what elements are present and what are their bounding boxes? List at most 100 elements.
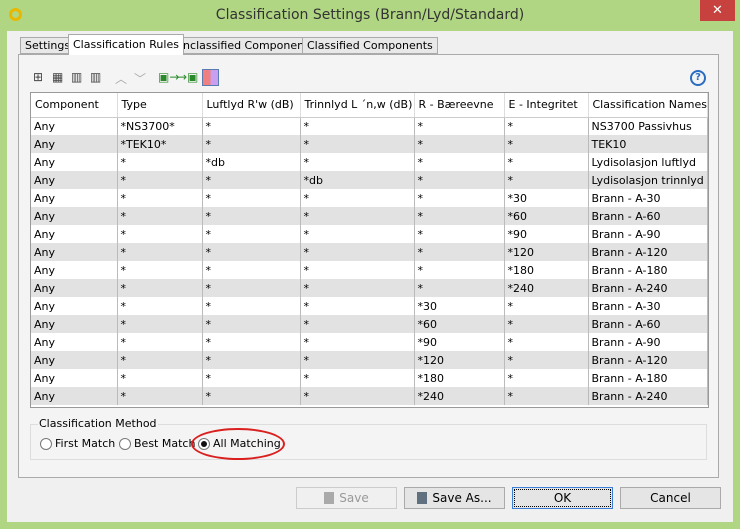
table-row[interactable]: Any * * * * *120 Brann - A-120 xyxy=(31,243,708,261)
table-cell[interactable]: Any xyxy=(31,261,118,279)
help-icon[interactable]: ? xyxy=(690,70,706,86)
table-cell[interactable]: *30 xyxy=(504,189,589,207)
table-cell[interactable]: * xyxy=(117,153,203,171)
table-cell[interactable]: * xyxy=(117,261,203,279)
table-cell[interactable]: *db xyxy=(300,171,415,189)
radio-first-match[interactable]: First Match xyxy=(40,437,115,450)
table-cell[interactable]: Brann - A-90 xyxy=(588,333,708,351)
table-cell[interactable]: * xyxy=(202,315,301,333)
table-cell[interactable]: Brann - A-120 xyxy=(588,243,708,261)
table-row[interactable]: Any * * *db * * Lydisolasjon trinnlyd xyxy=(31,171,708,189)
table-cell[interactable]: * xyxy=(300,261,415,279)
table-row[interactable]: Any * * * * *30 Brann - A-30 xyxy=(31,189,708,207)
table-cell[interactable]: * xyxy=(414,243,505,261)
table-row[interactable]: Any * * * * *240 Brann - A-240 xyxy=(31,279,708,297)
table-row[interactable]: Any * * * * *60 Brann - A-60 xyxy=(31,207,708,225)
table-row[interactable]: Any * * * *60 * Brann - A-60 xyxy=(31,315,708,333)
table-cell[interactable]: Any xyxy=(31,297,118,315)
table-cell[interactable]: * xyxy=(202,189,301,207)
column-header[interactable]: R - Bæreevne xyxy=(414,93,505,118)
table-cell[interactable]: Any xyxy=(31,117,118,135)
table-cell[interactable]: * xyxy=(414,225,505,243)
table-cell[interactable]: * xyxy=(300,297,415,315)
insert-table-icon[interactable]: ▦ xyxy=(52,70,63,84)
table-cell[interactable]: *240 xyxy=(504,279,589,297)
tab-settings[interactable]: Settings xyxy=(20,37,76,54)
table-cell[interactable]: Any xyxy=(31,171,118,189)
table-cell[interactable]: * xyxy=(504,369,589,387)
delete-column-icon[interactable]: ▥ xyxy=(71,70,82,84)
table-row[interactable]: Any * * * *120 * Brann - A-120 xyxy=(31,351,708,369)
close-button[interactable]: ✕ xyxy=(700,0,735,21)
table-cell[interactable]: * xyxy=(300,351,415,369)
table-cell[interactable]: Any xyxy=(31,351,118,369)
table-cell[interactable]: * xyxy=(117,351,203,369)
table-cell[interactable]: * xyxy=(117,207,203,225)
table-cell[interactable]: *90 xyxy=(414,333,505,351)
table-cell[interactable]: TEK10 xyxy=(588,135,708,153)
table-cell[interactable]: * xyxy=(300,153,415,171)
table-cell[interactable]: *60 xyxy=(504,207,589,225)
table-cell[interactable]: * xyxy=(504,135,589,153)
table-cell[interactable]: * xyxy=(414,189,505,207)
table-cell[interactable]: * xyxy=(117,279,203,297)
table-cell[interactable]: * xyxy=(504,117,589,135)
table-cell[interactable]: Brann - A-240 xyxy=(588,279,708,297)
table-cell[interactable]: Any xyxy=(31,315,118,333)
table-cell[interactable]: Any xyxy=(31,135,118,153)
table-row[interactable]: Any * * * *90 * Brann - A-90 xyxy=(31,333,708,351)
table-cell[interactable]: * xyxy=(504,387,589,405)
tab-classified-components[interactable]: Classified Components xyxy=(302,37,438,54)
table-row[interactable]: Any * * * *180 * Brann - A-180 xyxy=(31,369,708,387)
column-header[interactable]: Trinnlyd L ´n,w (dB) xyxy=(300,93,415,118)
table-cell[interactable]: * xyxy=(202,135,301,153)
table-cell[interactable]: Brann - A-180 xyxy=(588,369,708,387)
table-cell[interactable]: * xyxy=(300,279,415,297)
table-row[interactable]: Any * *db * * * Lydisolasjon luftlyd xyxy=(31,153,708,171)
radio-best-match[interactable]: Best Match xyxy=(119,437,195,450)
table-cell[interactable]: Brann - A-30 xyxy=(588,189,708,207)
table-cell[interactable]: * xyxy=(300,135,415,153)
table-cell[interactable]: * xyxy=(414,207,505,225)
insert-row-icon[interactable]: ⊞ xyxy=(33,70,43,84)
table-cell[interactable]: * xyxy=(117,243,203,261)
table-cell[interactable]: *120 xyxy=(504,243,589,261)
table-cell[interactable]: * xyxy=(300,207,415,225)
table-cell[interactable]: *30 xyxy=(414,297,505,315)
table-cell[interactable]: Any xyxy=(31,225,118,243)
table-cell[interactable]: * xyxy=(202,297,301,315)
table-cell[interactable]: Any xyxy=(31,279,118,297)
table-cell[interactable]: * xyxy=(414,135,505,153)
table-cell[interactable]: *NS3700* xyxy=(117,117,203,135)
table-cell[interactable]: Brann - A-240 xyxy=(588,387,708,405)
table-cell[interactable]: * xyxy=(202,387,301,405)
table-cell[interactable]: *TEK10* xyxy=(117,135,203,153)
table-cell[interactable]: * xyxy=(504,333,589,351)
table-cell[interactable]: * xyxy=(202,225,301,243)
table-cell[interactable]: Brann - A-90 xyxy=(588,225,708,243)
ok-button[interactable]: OK xyxy=(512,487,613,509)
table-cell[interactable]: * xyxy=(202,117,301,135)
column-header[interactable]: E - Integritet xyxy=(504,93,589,118)
table-cell[interactable]: * xyxy=(202,243,301,261)
table-cell[interactable]: * xyxy=(202,351,301,369)
table-row[interactable]: Any *NS3700* * * * * NS3700 Passivhus xyxy=(31,117,708,135)
table-cell[interactable]: *db xyxy=(202,153,301,171)
table-cell[interactable]: * xyxy=(117,225,203,243)
table-cell[interactable]: *90 xyxy=(504,225,589,243)
cancel-button[interactable]: Cancel xyxy=(620,487,721,509)
table-cell[interactable]: * xyxy=(414,153,505,171)
table-cell[interactable]: * xyxy=(414,279,505,297)
move-up-icon[interactable]: ︿ xyxy=(115,70,127,87)
table-cell[interactable]: Any xyxy=(31,387,118,405)
table-cell[interactable]: * xyxy=(117,333,203,351)
table-cell[interactable]: * xyxy=(414,261,505,279)
table-cell[interactable]: Brann - A-60 xyxy=(588,207,708,225)
table-cell[interactable]: Any xyxy=(31,153,118,171)
table-cell[interactable]: *240 xyxy=(414,387,505,405)
table-cell[interactable]: * xyxy=(117,387,203,405)
tab-unclassified-components[interactable]: Unclassified Components xyxy=(170,37,320,54)
table-cell[interactable]: Any xyxy=(31,243,118,261)
table-cell[interactable]: NS3700 Passivhus xyxy=(588,117,708,135)
column-header[interactable]: Luftlyd R'w (dB) xyxy=(202,93,301,118)
